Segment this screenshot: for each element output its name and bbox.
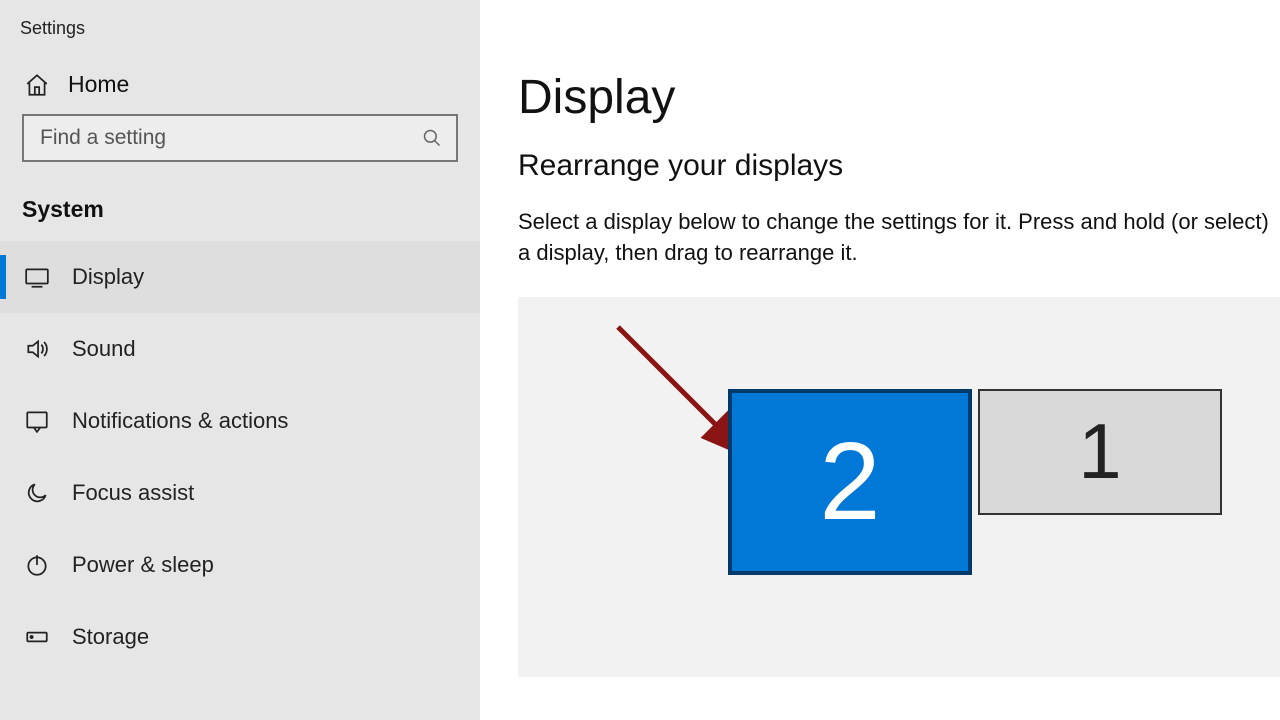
sidebar-item-home[interactable]: Home bbox=[0, 59, 480, 114]
sidebar-item-focus-assist[interactable]: Focus assist bbox=[0, 457, 480, 529]
sidebar-item-notifications[interactable]: Notifications & actions bbox=[0, 385, 480, 457]
search-container bbox=[0, 114, 480, 180]
page-title: Display bbox=[518, 70, 1280, 125]
sidebar-item-label: Sound bbox=[72, 336, 136, 362]
sidebar-item-label: Focus assist bbox=[72, 480, 194, 506]
search-input[interactable] bbox=[38, 125, 422, 151]
main-pane: Display Rearrange your displays Select a… bbox=[480, 0, 1280, 720]
home-icon bbox=[24, 72, 50, 98]
settings-window: Settings Home bbox=[0, 0, 1280, 720]
search-box[interactable] bbox=[22, 114, 458, 162]
sidebar-item-label: Power & sleep bbox=[72, 552, 214, 578]
app-title: Settings bbox=[0, 12, 480, 59]
sidebar-item-label: Display bbox=[72, 264, 144, 290]
home-label: Home bbox=[68, 71, 129, 98]
storage-icon bbox=[24, 624, 50, 650]
notifications-icon bbox=[24, 408, 50, 434]
sidebar: Settings Home bbox=[0, 0, 480, 720]
display-box-2[interactable]: 2 bbox=[728, 389, 972, 575]
sidebar-nav: Display Sound bbox=[0, 241, 480, 673]
display-number: 2 bbox=[819, 418, 880, 545]
display-arrangement-area[interactable]: 2 1 bbox=[518, 297, 1280, 677]
sidebar-item-sound[interactable]: Sound bbox=[0, 313, 480, 385]
search-icon bbox=[422, 128, 442, 148]
focus-assist-icon bbox=[24, 480, 50, 506]
display-number: 1 bbox=[1078, 406, 1121, 497]
sidebar-item-storage[interactable]: Storage bbox=[0, 601, 480, 673]
display-icon bbox=[24, 264, 50, 290]
display-box-1[interactable]: 1 bbox=[978, 389, 1222, 515]
section-description: Select a display below to change the set… bbox=[518, 207, 1280, 269]
section-title: Rearrange your displays bbox=[518, 149, 1280, 183]
sidebar-item-display[interactable]: Display bbox=[0, 241, 480, 313]
sidebar-item-power-sleep[interactable]: Power & sleep bbox=[0, 529, 480, 601]
power-icon bbox=[24, 552, 50, 578]
sidebar-item-label: Notifications & actions bbox=[72, 408, 288, 434]
sidebar-item-label: Storage bbox=[72, 624, 149, 650]
sound-icon bbox=[24, 336, 50, 362]
category-heading: System bbox=[0, 180, 480, 241]
